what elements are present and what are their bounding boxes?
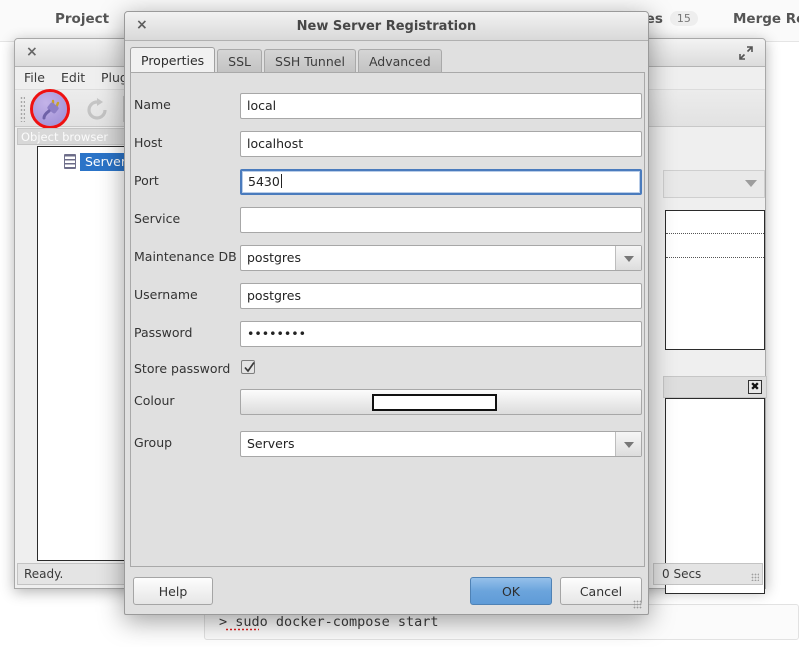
code-following-text [204, 643, 799, 647]
field-row-name: Name local [131, 93, 644, 119]
password-label: Password [134, 325, 193, 340]
tab-ssl[interactable]: SSL [217, 49, 263, 73]
dialog-title: New Server Registration [296, 19, 477, 34]
menu-file[interactable]: File [24, 70, 45, 85]
highlight-ring [30, 89, 70, 129]
panel-divider-2 [666, 257, 764, 258]
service-label: Service [134, 211, 181, 226]
maintenance-db-select[interactable]: postgres [240, 245, 642, 271]
tab-advanced[interactable]: Advanced [357, 49, 442, 73]
group-select[interactable]: Servers [240, 431, 642, 457]
toolbar-grip[interactable] [20, 96, 25, 122]
help-button[interactable]: Help [133, 577, 213, 605]
tab-properties[interactable]: Properties [130, 47, 216, 73]
port-label: Port [134, 173, 159, 188]
host-input[interactable]: localhost [240, 131, 642, 157]
chevron-down-icon [624, 256, 634, 262]
screen: Project ssues15 Merge Re > sudo docker-c… [0, 0, 799, 647]
colour-picker-button[interactable] [240, 389, 642, 415]
dialog-resize-grip[interactable] [633, 600, 642, 609]
group-dropdown-button[interactable] [615, 432, 641, 456]
ok-button[interactable]: OK [470, 577, 552, 605]
add-server-button[interactable] [30, 89, 70, 129]
store-password-label: Store password [134, 361, 231, 376]
menu-edit[interactable]: Edit [61, 70, 85, 85]
host-label: Host [134, 135, 163, 150]
port-input-value: 5430 [248, 174, 280, 189]
name-input[interactable]: local [240, 93, 642, 119]
colour-label: Colour [134, 393, 175, 408]
panel-divider-1 [666, 233, 764, 234]
nav-item-merge-requests[interactable]: Merge Re [733, 11, 799, 27]
group-value: Servers [247, 436, 295, 451]
dialog-titlebar[interactable]: × New Server Registration [125, 12, 648, 41]
field-row-maintenance-db: Maintenance DB postgres [131, 245, 644, 271]
chevron-down-icon [624, 442, 634, 448]
issues-count-badge: 15 [669, 11, 698, 26]
field-row-password: Password •••••••• [131, 321, 644, 347]
bottom-panel-header: ✖ [663, 376, 767, 398]
username-input[interactable]: postgres [240, 283, 642, 309]
field-row-username: Username postgres [131, 283, 644, 309]
window-resize-grip[interactable] [751, 573, 759, 581]
server-group-icon [64, 154, 76, 169]
maintenance-db-label: Maintenance DB [134, 249, 237, 264]
maintenance-db-dropdown-button[interactable] [615, 246, 641, 270]
dialog-tabs: Properties SSL SSH Tunnel Advanced [130, 47, 444, 73]
nav-item-project[interactable]: Project [55, 11, 109, 27]
username-label: Username [134, 287, 198, 302]
text-cursor [280, 174, 282, 188]
field-row-colour: Colour [131, 389, 644, 415]
field-row-group: Group Servers [131, 431, 644, 457]
store-password-checkbox[interactable] [241, 360, 255, 374]
new-server-registration-dialog: × New Server Registration Properties SSL… [124, 11, 649, 615]
cancel-button[interactable]: Cancel [560, 577, 642, 605]
right-panel-header [663, 170, 765, 198]
status-bar-right: 0 Secs [653, 563, 763, 585]
chevron-down-icon[interactable] [745, 180, 757, 187]
panel-close-icon[interactable]: ✖ [748, 380, 762, 394]
password-input[interactable]: •••••••• [240, 321, 642, 347]
maintenance-db-value: postgres [247, 250, 301, 265]
group-label: Group [134, 435, 173, 450]
port-input[interactable]: 5430 [240, 169, 642, 195]
dialog-footer: Help OK Cancel [125, 566, 648, 614]
service-input[interactable] [240, 207, 642, 233]
tab-ssh-tunnel[interactable]: SSH Tunnel [264, 49, 356, 73]
spellcheck-underline [225, 628, 259, 631]
refresh-icon[interactable] [85, 98, 109, 122]
close-icon[interactable]: × [26, 45, 38, 59]
colour-swatch [372, 394, 497, 411]
field-row-service: Service [131, 207, 644, 233]
right-panel-properties [665, 210, 765, 350]
field-row-port: Port 5430 [131, 169, 644, 195]
code-command: sudo docker-compose start [235, 614, 439, 630]
name-label: Name [134, 97, 171, 112]
field-row-host: Host localhost [131, 131, 644, 157]
properties-tab-panel: Name local Host localhost Port 5430 Serv… [130, 72, 645, 567]
field-row-store-password: Store password [131, 357, 644, 383]
expand-icon[interactable] [738, 45, 754, 61]
